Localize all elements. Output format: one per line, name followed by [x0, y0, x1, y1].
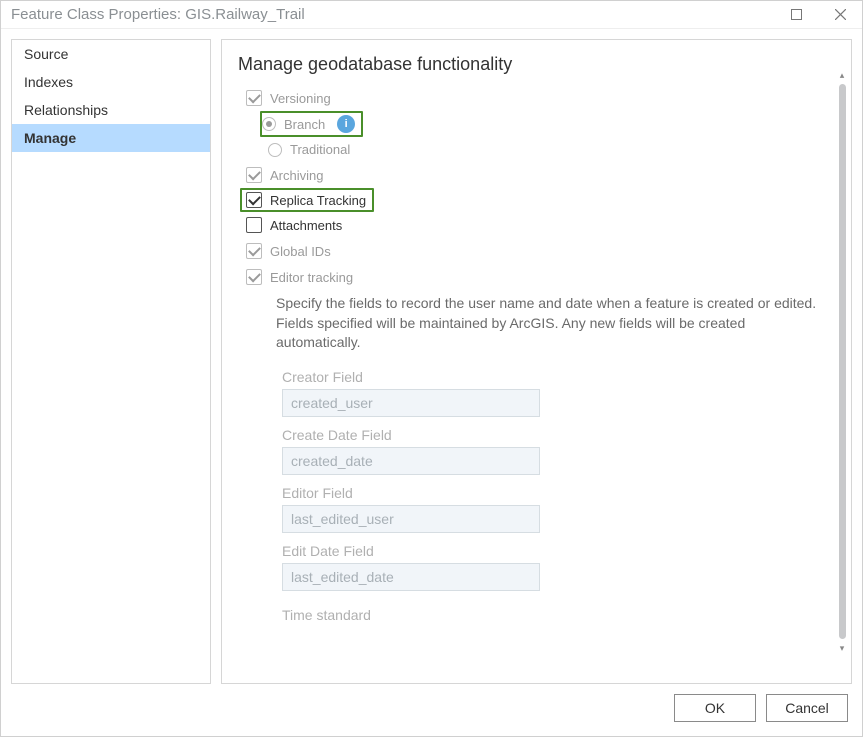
traditional-row: Traditional: [238, 137, 837, 162]
footer: OK Cancel: [1, 684, 862, 736]
versioning-label: Versioning: [270, 91, 331, 106]
edit-date-field-input[interactable]: [282, 563, 540, 591]
branch-highlight: Branch i: [260, 111, 363, 137]
scrollbar[interactable]: ▴ ▾: [835, 68, 849, 655]
archiving-row: Archiving: [238, 162, 837, 188]
edit-date-field-label: Edit Date Field: [282, 543, 837, 559]
attachments-row[interactable]: Attachments: [238, 212, 837, 238]
maximize-button[interactable]: [774, 1, 818, 29]
scroll-up-icon[interactable]: ▴: [835, 68, 849, 82]
scrollbar-thumb[interactable]: [839, 84, 846, 639]
content-heading: Manage geodatabase functionality: [238, 54, 837, 75]
window-title: Feature Class Properties: GIS.Railway_Tr…: [11, 6, 774, 23]
versioning-row: Versioning: [238, 85, 837, 111]
close-button[interactable]: [818, 1, 862, 29]
global-ids-label: Global IDs: [270, 244, 331, 259]
replica-tracking-checkbox[interactable]: [246, 192, 262, 208]
sidebar-item-source[interactable]: Source: [12, 40, 210, 68]
sidebar-item-indexes[interactable]: Indexes: [12, 68, 210, 96]
ok-button[interactable]: OK: [674, 694, 756, 722]
traditional-label: Traditional: [290, 142, 350, 157]
replica-tracking-highlight: Replica Tracking: [240, 188, 374, 212]
sidebar-item-manage[interactable]: Manage: [12, 124, 210, 152]
replica-tracking-label: Replica Tracking: [270, 193, 366, 208]
body: Source Indexes Relationships Manage Mana…: [1, 29, 862, 684]
editor-field-label: Editor Field: [282, 485, 837, 501]
editor-tracking-label: Editor tracking: [270, 270, 353, 285]
archiving-checkbox: [246, 167, 262, 183]
traditional-radio: [268, 143, 282, 157]
titlebar: Feature Class Properties: GIS.Railway_Tr…: [1, 1, 862, 29]
create-date-field-input[interactable]: [282, 447, 540, 475]
archiving-label: Archiving: [270, 168, 323, 183]
maximize-icon: [791, 9, 802, 20]
cancel-button[interactable]: Cancel: [766, 694, 848, 722]
creator-field-input[interactable]: [282, 389, 540, 417]
scroll-down-icon[interactable]: ▾: [835, 641, 849, 655]
branch-radio: [262, 117, 276, 131]
content-scroll[interactable]: Manage geodatabase functionality Version…: [222, 40, 851, 683]
versioning-checkbox: [246, 90, 262, 106]
content-panel: Manage geodatabase functionality Version…: [221, 39, 852, 684]
branch-label: Branch: [284, 117, 325, 132]
attachments-label: Attachments: [270, 218, 342, 233]
window: Feature Class Properties: GIS.Railway_Tr…: [0, 0, 863, 737]
global-ids-row: Global IDs: [238, 238, 837, 264]
editor-tracking-row: Editor tracking: [238, 264, 837, 290]
editor-tracking-description: Specify the fields to record the user na…: [238, 290, 837, 361]
attachments-checkbox[interactable]: [246, 217, 262, 233]
time-standard-label: Time standard: [238, 607, 837, 623]
editor-tracking-fields: Creator Field Create Date Field Editor F…: [238, 369, 837, 601]
creator-field-label: Creator Field: [282, 369, 837, 385]
create-date-field-label: Create Date Field: [282, 427, 837, 443]
editor-field-input[interactable]: [282, 505, 540, 533]
close-icon: [835, 9, 846, 20]
sidebar-item-relationships[interactable]: Relationships: [12, 96, 210, 124]
window-controls: [774, 1, 862, 29]
global-ids-checkbox: [246, 243, 262, 259]
editor-tracking-checkbox: [246, 269, 262, 285]
info-icon[interactable]: i: [337, 115, 355, 133]
sidebar: Source Indexes Relationships Manage: [11, 39, 211, 684]
